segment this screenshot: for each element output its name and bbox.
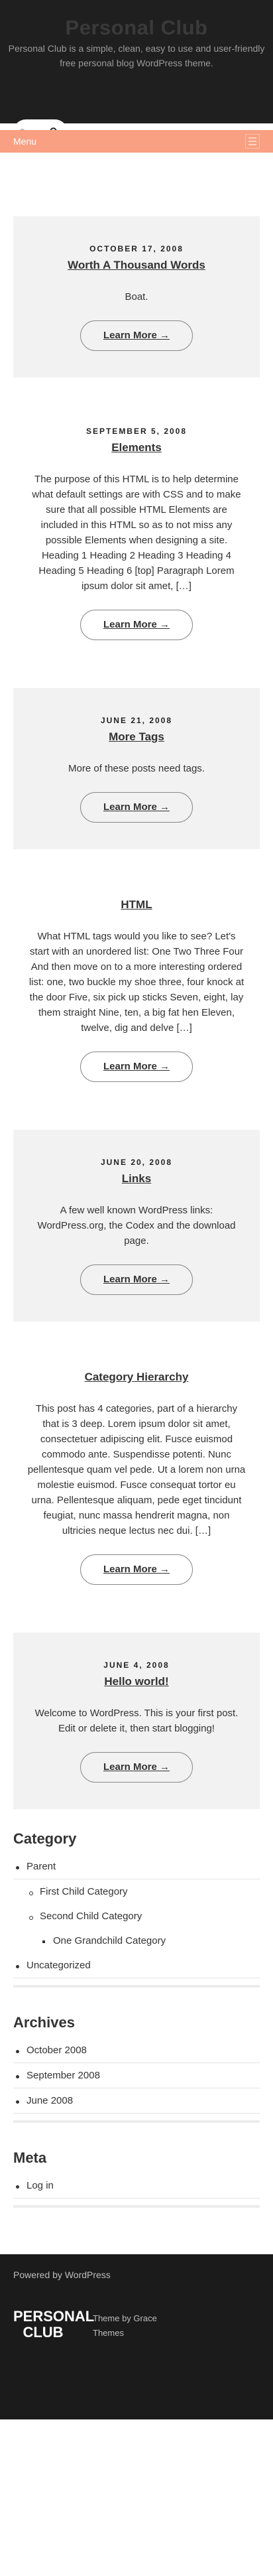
category-link-parent[interactable]: Parent — [13, 1854, 260, 1879]
meta-widget: Meta Log in — [0, 2149, 273, 2208]
site-footer: Powered by WordPress PERSONAL CLUB Theme… — [0, 2254, 273, 2419]
post-title[interactable]: HTML — [27, 898, 246, 912]
powered-by-link[interactable]: Powered by WordPress — [13, 2268, 260, 2282]
menu-label[interactable]: Menu — [13, 136, 36, 147]
site-title[interactable]: Personal Club — [0, 16, 273, 40]
widget-title: Meta — [13, 2149, 47, 2166]
site-header: Personal Club Personal Club is a simple,… — [0, 0, 273, 123]
post-excerpt: More of these posts need tags. — [68, 763, 205, 774]
learn-more-button[interactable]: Learn More → — [80, 1752, 193, 1783]
post-date: JUNE 21, 2008 — [100, 716, 173, 725]
post-date: OCTOBER 17, 2008 — [89, 244, 184, 253]
category-link-second-child[interactable]: Second Child Category — [13, 1904, 260, 1929]
post-date: JUNE 4, 2008 — [103, 1661, 170, 1670]
post-title[interactable]: Links — [27, 1172, 246, 1186]
category-widget: Category Parent First Child Category Sec… — [0, 1830, 273, 1988]
widget-title: Category — [13, 1830, 77, 1847]
post-card: SEPTEMBER 5, 2008 Elements The purpose o… — [13, 399, 260, 667]
post-title[interactable]: Hello world! — [27, 1675, 246, 1688]
hamburger-icon[interactable] — [245, 134, 260, 149]
category-link-grandchild[interactable]: One Grandchild Category — [13, 1929, 260, 1953]
post-excerpt: Boat. — [125, 291, 148, 303]
site-description: Personal Club is a simple, clean, easy t… — [8, 43, 265, 68]
post-excerpt: Welcome to WordPress. This is your first… — [34, 1708, 239, 1734]
category-link-first-child[interactable]: First Child Category — [13, 1879, 260, 1904]
post-excerpt: A few well known WordPress links: WordPr… — [37, 1205, 236, 1247]
menu-bar: Menu — [0, 130, 273, 154]
archive-link[interactable]: October 2008 — [13, 2038, 260, 2063]
learn-more-button[interactable]: Learn More → — [80, 1051, 193, 1082]
post-date: JUNE 20, 2008 — [100, 1158, 173, 1167]
category-link-uncategorized[interactable]: Uncategorized — [13, 1953, 260, 1978]
archive-link[interactable]: September 2008 — [13, 2063, 260, 2088]
post-card: JUNE 21, 2008 More Tags More of these po… — [13, 688, 260, 849]
post-title[interactable]: Worth A Thousand Words — [27, 259, 246, 272]
widget-divider — [13, 1985, 260, 1988]
learn-more-button[interactable]: Learn More → — [80, 320, 193, 351]
archive-link[interactable]: June 2008 — [13, 2088, 260, 2114]
login-link[interactable]: Log in — [13, 2173, 260, 2199]
post-card: JUNE 20, 2008 Links A few well known Wor… — [13, 1130, 260, 1322]
learn-more-button[interactable]: Learn More → — [80, 792, 193, 823]
learn-more-button[interactable]: Learn More → — [80, 1264, 193, 1295]
widget-divider — [13, 2120, 260, 2123]
theme-credit-link[interactable]: Theme by Grace Themes — [93, 2311, 166, 2340]
post-excerpt: The purpose of this HTML is to help dete… — [32, 474, 241, 592]
post-card: Category Hierarchy This post has 4 categ… — [13, 1343, 260, 1611]
post-title[interactable]: Elements — [27, 441, 246, 454]
post-title[interactable]: More Tags — [27, 730, 246, 744]
post-card: JUNE 4, 2008 Hello world! Welcome to Wor… — [13, 1633, 260, 1809]
post-title[interactable]: Category Hierarchy — [27, 1371, 246, 1384]
post-list: OCTOBER 17, 2008 Worth A Thousand Words … — [0, 123, 273, 1809]
widget-title: Archives — [13, 2014, 75, 2031]
archives-widget: Archives October 2008 September 2008 Jun… — [0, 2014, 273, 2123]
post-date: SEPTEMBER 5, 2008 — [85, 427, 188, 436]
widget-divider — [13, 2205, 260, 2208]
footer-logo[interactable]: PERSONAL CLUB — [13, 2309, 94, 2340]
post-excerpt: This post has 4 categories, part of a hi… — [27, 1403, 246, 1536]
post-card: HTML What HTML tags would you like to se… — [13, 870, 260, 1109]
post-excerpt: What HTML tags would you like to see? Le… — [28, 931, 245, 1034]
learn-more-button[interactable]: Learn More → — [80, 610, 193, 640]
post-card: OCTOBER 17, 2008 Worth A Thousand Words … — [13, 216, 260, 377]
learn-more-button[interactable]: Learn More → — [80, 1554, 193, 1585]
